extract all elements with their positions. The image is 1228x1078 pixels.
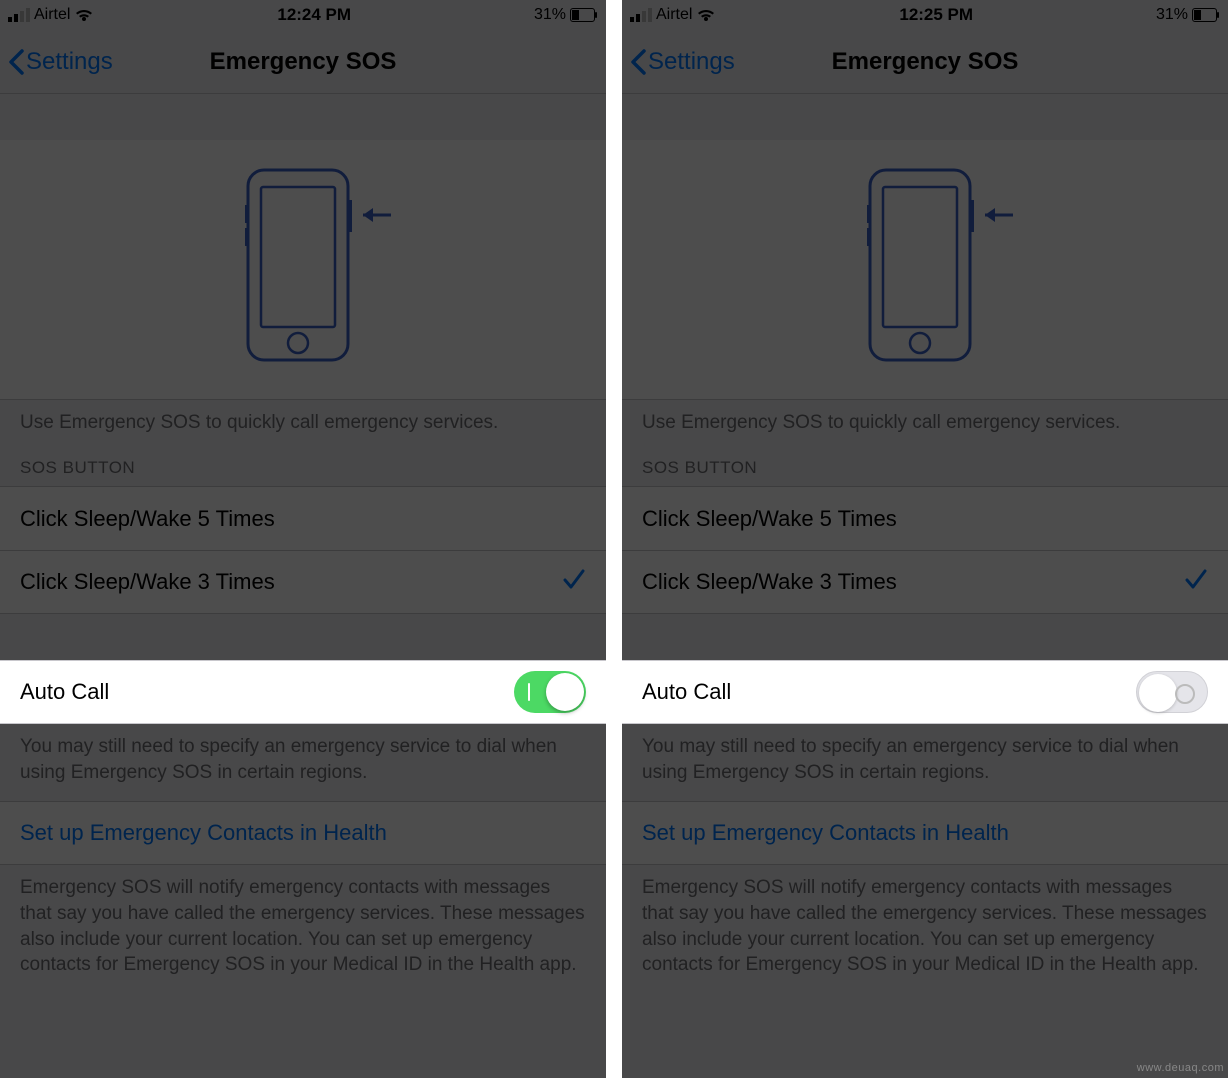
battery-icon [570,8,598,22]
wifi-icon [696,8,716,22]
signal-icon [8,8,30,22]
battery-pct: 31% [534,6,566,24]
auto-call-row[interactable]: Auto Call [622,660,1228,724]
setup-emergency-contacts-link[interactable]: Set up Emergency Contacts in Health [0,801,606,865]
watermark: www.deuaq.com [1137,1062,1224,1074]
status-bar: Airtel 12:24 PM 31% [0,0,606,30]
auto-call-footer: You may still need to specify an emergen… [622,724,1228,801]
option-label: Click Sleep/Wake 3 Times [642,569,897,595]
option-label: Click Sleep/Wake 5 Times [20,506,275,532]
back-label: Settings [26,48,113,76]
nav-bar: Settings Emergency SOS [0,30,606,94]
option-label: Click Sleep/Wake 5 Times [642,506,897,532]
phone-diagram [622,140,1228,400]
emergency-contacts-footer: Emergency SOS will notify emergency cont… [0,865,606,994]
carrier-label: Airtel [34,6,70,24]
phone-diagram [0,140,606,400]
carrier-label: Airtel [656,6,692,24]
auto-call-footer: You may still need to specify an emergen… [0,724,606,801]
option-sleep-wake-5[interactable]: Click Sleep/Wake 5 Times [622,486,1228,550]
back-button[interactable]: Settings [630,48,735,76]
option-sleep-wake-3[interactable]: Click Sleep/Wake 3 Times [622,550,1228,614]
wifi-icon [74,8,94,22]
status-bar: Airtel 12:25 PM 31% [622,0,1228,30]
auto-call-row[interactable]: Auto Call [0,660,606,724]
link-label: Set up Emergency Contacts in Health [642,820,1009,846]
signal-icon [630,8,652,22]
setup-emergency-contacts-link[interactable]: Set up Emergency Contacts in Health [622,801,1228,865]
back-button[interactable]: Settings [8,48,113,76]
battery-pct: 31% [1156,6,1188,24]
nav-bar: Settings Emergency SOS [622,30,1228,94]
intro-caption: Use Emergency SOS to quickly call emerge… [622,400,1228,440]
option-label: Click Sleep/Wake 3 Times [20,569,275,595]
auto-call-label: Auto Call [20,679,109,705]
back-label: Settings [648,48,735,76]
section-header-sos: SOS BUTTON [0,440,606,486]
emergency-contacts-footer: Emergency SOS will notify emergency cont… [622,865,1228,994]
section-header-sos: SOS BUTTON [622,440,1228,486]
checkmark-icon [1184,568,1208,596]
battery-icon [1192,8,1220,22]
auto-call-label: Auto Call [642,679,731,705]
auto-call-toggle[interactable] [514,671,586,713]
option-sleep-wake-3[interactable]: Click Sleep/Wake 3 Times [0,550,606,614]
chevron-left-icon [8,49,24,75]
option-sleep-wake-5[interactable]: Click Sleep/Wake 5 Times [0,486,606,550]
auto-call-toggle[interactable] [1136,671,1208,713]
checkmark-icon [562,568,586,596]
status-time: 12:24 PM [277,5,351,25]
status-time: 12:25 PM [899,5,973,25]
intro-caption: Use Emergency SOS to quickly call emerge… [0,400,606,440]
link-label: Set up Emergency Contacts in Health [20,820,387,846]
chevron-left-icon [630,49,646,75]
